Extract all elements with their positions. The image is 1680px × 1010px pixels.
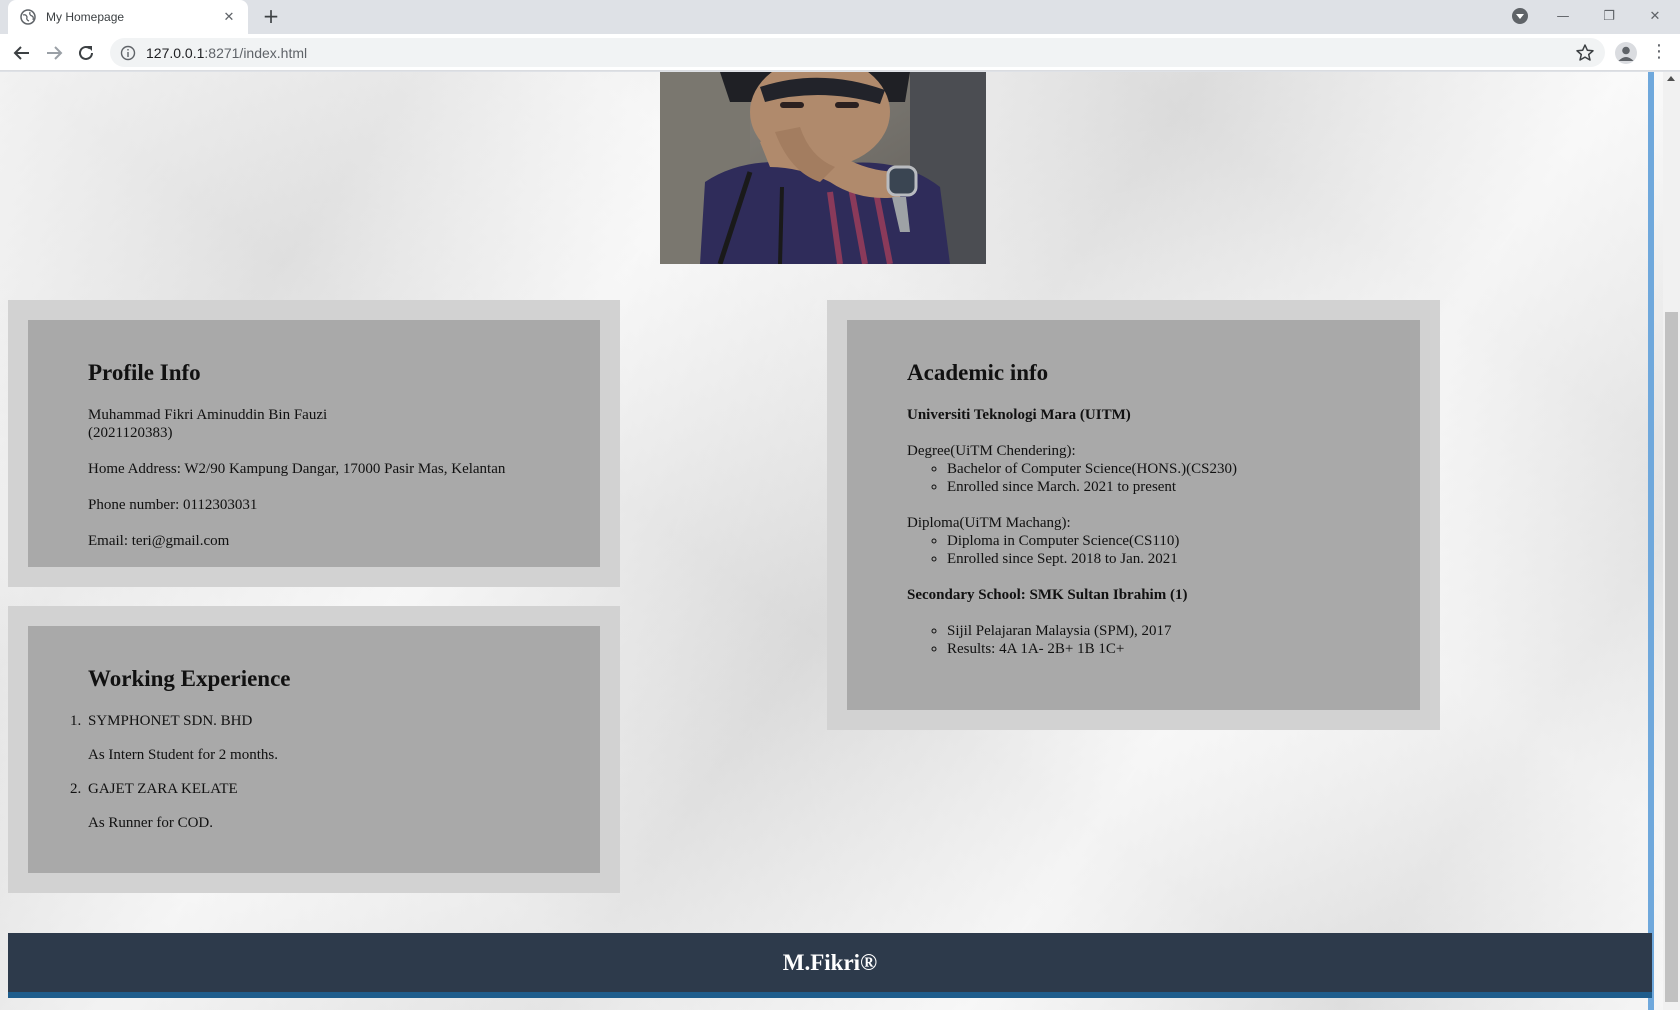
experience-company-line: 1. SYMPHONET SDN. BHD [70,712,540,730]
new-tab-button[interactable]: + [260,6,282,28]
tab-close-icon[interactable]: ✕ [220,10,238,25]
scroll-up-arrow-icon[interactable] [1667,76,1675,81]
account-avatar-icon[interactable] [1615,42,1637,64]
footer-text: M.Fikri® [782,949,878,975]
profile-email: Email: teri@gmail.com [88,533,230,549]
address-bar[interactable]: 127.0.0.1:8271/index.html [110,38,1605,67]
diploma-item: Diploma in Computer Science(CS110) [947,532,1360,550]
url-text: 127.0.0.1:8271/index.html [146,45,307,61]
tab-strip: My Homepage ✕ + — ❐ ✕ [0,0,1680,34]
experience-number: 1. [70,713,82,729]
experience-list: 1. SYMPHONET SDN. BHD As Intern Student f… [70,712,540,832]
page-footer: M.Fikri® [8,933,1652,998]
reload-button[interactable] [72,39,100,67]
experience-role: As Runner for COD. [88,815,213,831]
url-path: :8271/index.html [204,44,308,61]
diploma-block: Diploma(UiTM Machang): Diploma in Comput… [907,514,1360,568]
academic-info-heading: Academic info [907,360,1049,385]
profile-name-block: Muhammad Fikri Aminuddin Bin Fauzi (2021… [88,406,540,442]
working-experience-panel: Working Experience 1. SYMPHONET SDN. BHD … [8,606,620,893]
profile-phone: Phone number: 0112303031 [88,497,258,513]
page-scrollbar[interactable] [1663,72,1680,1010]
degree-block: Degree(UiTM Chendering): Bachelor of Com… [907,442,1360,496]
profile-info-panel: Profile Info Muhammad Fikri Aminuddin Bi… [8,300,620,587]
degree-item: Enrolled since March. 2021 to present [947,478,1360,496]
working-experience-inner: Working Experience 1. SYMPHONET SDN. BHD … [28,626,600,873]
diploma-item: Enrolled since Sept. 2018 to Jan. 2021 [947,550,1360,568]
tab-search-icon[interactable] [1512,8,1528,24]
diploma-list: Diploma in Computer Science(CS110) Enrol… [907,532,1360,568]
diploma-label: Diploma(UiTM Machang): [907,515,1071,531]
profile-info-inner: Profile Info Muhammad Fikri Aminuddin Bi… [28,320,600,567]
page-viewport: Profile Info Muhammad Fikri Aminuddin Bi… [0,72,1663,1010]
bookmark-star-icon[interactable] [1575,43,1595,63]
arrow-left-icon [13,46,29,60]
experience-role: As Intern Student for 2 months. [88,747,278,763]
experience-item: 1. SYMPHONET SDN. BHD As Intern Student f… [70,712,540,764]
school-item: Results: 4A 1A- 2B+ 1B 1C+ [947,640,1360,658]
experience-company: GAJET ZARA KELATE [88,781,238,797]
working-experience-heading: Working Experience [88,666,291,691]
profile-student-id: (2021120383) [88,425,173,441]
globe-icon [20,9,36,25]
forward-button[interactable] [40,39,68,67]
url-host: 127.0.0.1 [146,44,205,61]
profile-info-heading: Profile Info [88,360,201,385]
scrollbar-thumb[interactable] [1665,312,1678,1002]
info-icon[interactable] [120,45,136,61]
experience-number: 2. [70,781,82,797]
profile-photo [660,72,986,264]
browser-menu-icon[interactable]: ⋮ [1650,41,1668,65]
browser-toolbar: 127.0.0.1:8271/index.html ⋮ [0,34,1680,71]
browser-tab[interactable]: My Homepage ✕ [8,0,248,34]
profile-address: Home Address: W2/90 Kampung Dangar, 1700… [88,461,506,477]
minimize-button[interactable]: — [1540,0,1586,32]
secondary-school-name: Secondary School: SMK Sultan Ibrahim (1) [907,587,1188,603]
back-button[interactable] [8,39,36,67]
arrow-right-icon [47,46,63,60]
degree-list: Bachelor of Computer Science(HONS.)(CS23… [907,460,1360,496]
degree-item: Bachelor of Computer Science(HONS.)(CS23… [947,460,1360,478]
degree-label: Degree(UiTM Chendering): [907,443,1076,459]
profile-name: Muhammad Fikri Aminuddin Bin Fauzi [88,407,328,423]
experience-company-line: 2. GAJET ZARA KELATE [70,780,540,798]
academic-info-panel: Academic info Universiti Teknologi Mara … [827,300,1440,730]
school-list: Sijil Pelajaran Malaysia (SPM), 2017 Res… [907,622,1360,658]
academic-info-inner: Academic info Universiti Teknologi Mara … [847,320,1420,710]
university-name: Universiti Teknologi Mara (UITM) [907,407,1131,423]
right-accent-bar [1648,72,1654,1010]
experience-item: 2. GAJET ZARA KELATE As Runner for COD. [70,780,540,832]
experience-company: SYMPHONET SDN. BHD [88,713,253,729]
close-window-button[interactable]: ✕ [1632,0,1678,32]
restore-button[interactable]: ❐ [1586,0,1632,32]
reload-icon [79,45,93,60]
tab-title: My Homepage [46,10,125,24]
school-item: Sijil Pelajaran Malaysia (SPM), 2017 [947,622,1360,640]
